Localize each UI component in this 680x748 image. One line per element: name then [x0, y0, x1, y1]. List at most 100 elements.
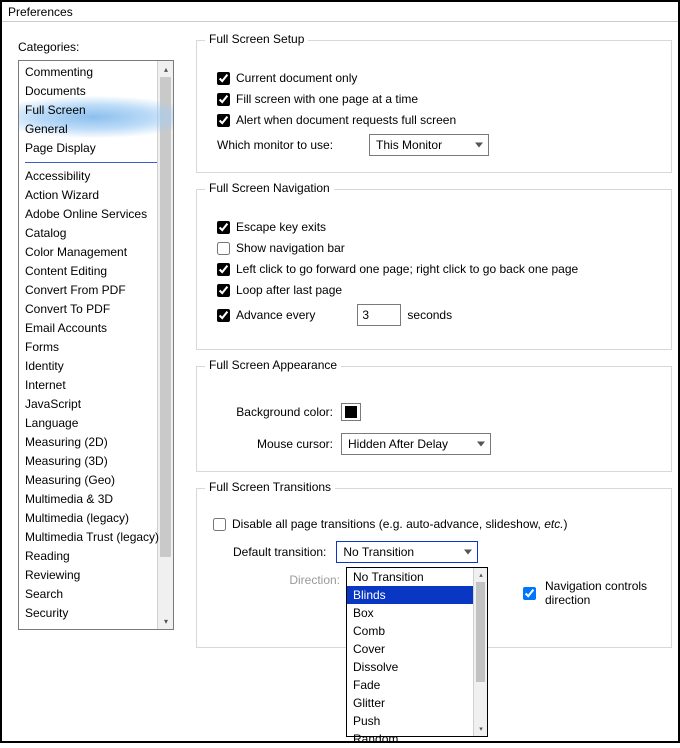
category-item[interactable]: Catalog	[19, 224, 173, 243]
nav-controls-direction[interactable]: Navigation controls direction	[519, 579, 671, 607]
category-item[interactable]: Reading	[19, 547, 173, 566]
opt-navbar[interactable]: Show navigation bar	[217, 241, 659, 255]
category-item[interactable]: Measuring (Geo)	[19, 471, 173, 490]
transition-option[interactable]: Box	[347, 604, 487, 622]
transition-option[interactable]: Cover	[347, 640, 487, 658]
category-item[interactable]: Convert From PDF	[19, 281, 173, 300]
category-item[interactable]: Documents	[19, 82, 173, 101]
opt-click[interactable]: Left click to go forward one page; right…	[217, 262, 659, 276]
bg-label: Background color:	[217, 405, 333, 419]
group-navigation: Full Screen Navigation Escape key exits …	[196, 189, 672, 350]
opt-loop[interactable]: Loop after last page	[217, 283, 659, 297]
cursor-select[interactable]: Hidden After Delay	[341, 433, 491, 455]
opt-current-doc[interactable]: Current document only	[217, 71, 659, 85]
category-item[interactable]: Action Wizard	[19, 186, 173, 205]
transition-option[interactable]: No Transition	[347, 568, 487, 586]
dropdown-scroll-thumb[interactable]	[476, 582, 485, 682]
default-transition-row: Default transition: No Transition	[233, 541, 659, 563]
category-item[interactable]: Measuring (2D)	[19, 433, 173, 452]
opt-alert[interactable]: Alert when document requests full screen	[217, 113, 659, 127]
monitor-select[interactable]: This Monitor	[369, 134, 489, 156]
group-transitions: Full Screen Transitions Disable all page…	[196, 488, 672, 648]
transition-option[interactable]: Random	[347, 730, 487, 748]
transition-option[interactable]: Glitter	[347, 694, 487, 712]
category-item[interactable]: Color Management	[19, 243, 173, 262]
category-item[interactable]: Page Display	[19, 139, 173, 158]
category-item[interactable]: Email Accounts	[19, 319, 173, 338]
category-item[interactable]: Content Editing	[19, 262, 173, 281]
opt-loop-label: Loop after last page	[236, 283, 342, 297]
transition-option[interactable]: Dissolve	[347, 658, 487, 676]
opt-disable-transitions-checkbox[interactable]	[213, 518, 226, 531]
opt-advance-checkbox[interactable]	[217, 309, 230, 322]
monitor-select-wrap[interactable]: This Monitor	[369, 134, 489, 156]
categories-label: Categories:	[18, 40, 182, 54]
opt-escape-checkbox[interactable]	[217, 221, 230, 234]
category-item[interactable]: Identity	[19, 357, 173, 376]
category-item[interactable]: Commenting	[19, 63, 173, 82]
opt-loop-checkbox[interactable]	[217, 284, 230, 297]
advance-input-wrap	[357, 304, 401, 326]
nav-controls-direction-label: Navigation controls direction	[545, 579, 671, 607]
group-transitions-legend: Full Screen Transitions	[205, 480, 335, 494]
default-transition-select-wrap[interactable]: No Transition	[336, 541, 478, 563]
category-item[interactable]: Search	[19, 585, 173, 604]
opt-alert-checkbox[interactable]	[217, 114, 230, 127]
category-item[interactable]: Forms	[19, 338, 173, 357]
group-setup: Full Screen Setup Current document only …	[196, 40, 672, 173]
transition-option[interactable]: Blinds	[347, 586, 487, 604]
opt-current-doc-checkbox[interactable]	[217, 72, 230, 85]
opt-disable-transitions[interactable]: Disable all page transitions (e.g. auto-…	[213, 517, 659, 531]
bg-swatch-inner	[345, 406, 357, 418]
bg-row: Background color:	[217, 403, 659, 421]
opt-navbar-checkbox[interactable]	[217, 242, 230, 255]
opt-fill-screen-label: Fill screen with one page at a time	[236, 92, 418, 106]
opt-click-checkbox[interactable]	[217, 263, 230, 276]
category-item[interactable]: JavaScript	[19, 395, 173, 414]
category-item[interactable]: Multimedia & 3D	[19, 490, 173, 509]
transition-option[interactable]: Comb	[347, 622, 487, 640]
group-appearance: Full Screen Appearance Background color:…	[196, 366, 672, 472]
categories-list-inner: CommentingDocumentsFull ScreenGeneralPag…	[19, 61, 173, 623]
opt-navbar-label: Show navigation bar	[236, 241, 345, 255]
opt-advance-label: Advance every	[236, 308, 315, 322]
category-item[interactable]: Security	[19, 604, 173, 623]
opt-fill-screen-checkbox[interactable]	[217, 93, 230, 106]
cursor-row: Mouse cursor: Hidden After Delay	[217, 433, 659, 455]
category-item[interactable]: Internet	[19, 376, 173, 395]
dropdown-scroll-up-icon[interactable]: ▴	[474, 568, 488, 582]
dropdown-scrollbar[interactable]: ▴ ▾	[473, 568, 487, 736]
transition-option[interactable]: Fade	[347, 676, 487, 694]
advance-seconds-input[interactable]	[357, 304, 401, 326]
categories-listbox[interactable]: CommentingDocumentsFull ScreenGeneralPag…	[18, 60, 174, 630]
opt-disable-transitions-label: Disable all page transitions (e.g. auto-…	[232, 517, 568, 531]
default-transition-select[interactable]: No Transition	[336, 541, 478, 563]
bg-color-button[interactable]	[341, 403, 361, 421]
opt-advance-row: Advance every seconds	[217, 304, 659, 326]
category-item[interactable]: Full Screen	[19, 101, 173, 120]
preferences-window: Preferences Categories: CommentingDocume…	[0, 0, 680, 743]
transition-option[interactable]: Push	[347, 712, 487, 730]
opt-escape[interactable]: Escape key exits	[217, 220, 659, 234]
nav-controls-direction-checkbox[interactable]	[523, 587, 536, 600]
category-item[interactable]: Convert To PDF	[19, 300, 173, 319]
category-item[interactable]: Multimedia Trust (legacy)	[19, 528, 173, 547]
categories-separator	[25, 162, 167, 163]
opt-fill-screen[interactable]: Fill screen with one page at a time	[217, 92, 659, 106]
window-title: Preferences	[2, 2, 678, 22]
transition-dropdown-list[interactable]: ▴ ▾ No TransitionBlindsBoxCombCoverDisso…	[346, 567, 488, 737]
cursor-select-wrap[interactable]: Hidden After Delay	[341, 433, 491, 455]
settings-pane: Full Screen Setup Current document only …	[182, 22, 678, 739]
category-item[interactable]: Measuring (3D)	[19, 452, 173, 471]
category-item[interactable]: Language	[19, 414, 173, 433]
category-item[interactable]: General	[19, 120, 173, 139]
opt-escape-label: Escape key exits	[236, 220, 326, 234]
category-item[interactable]: Adobe Online Services	[19, 205, 173, 224]
category-item[interactable]: Multimedia (legacy)	[19, 509, 173, 528]
category-item[interactable]: Accessibility	[19, 167, 173, 186]
category-item[interactable]: Reviewing	[19, 566, 173, 585]
cursor-label: Mouse cursor:	[217, 437, 333, 451]
categories-pane: Categories: CommentingDocumentsFull Scre…	[2, 22, 182, 739]
direction-label: Direction:	[233, 573, 340, 587]
dropdown-scroll-down-icon[interactable]: ▾	[474, 722, 488, 736]
